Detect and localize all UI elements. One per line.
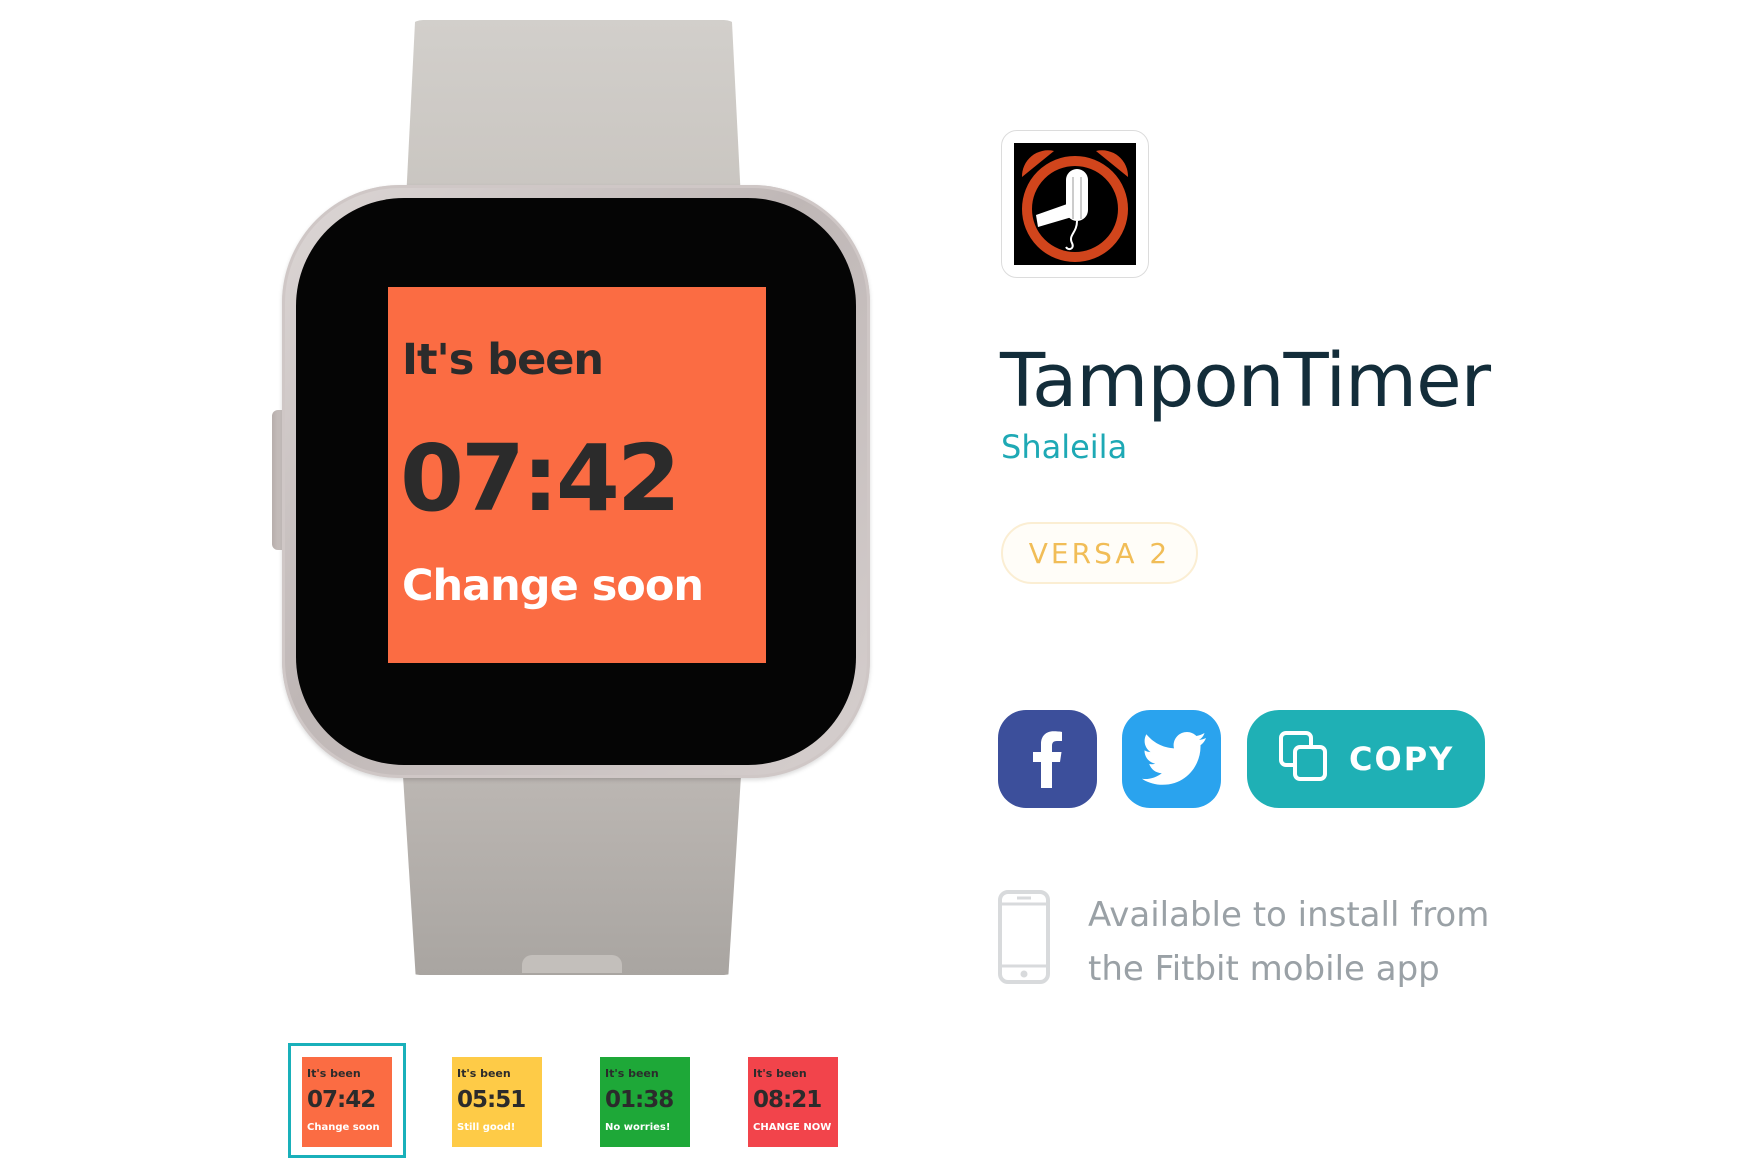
screen-label: It's been — [402, 335, 604, 385]
device-badge: VERSA 2 — [1001, 522, 1198, 584]
thumbnail-4[interactable]: It's been 08:21 CHANGE NOW — [748, 1057, 838, 1147]
thumbnail-2[interactable]: It's been 05:51 Still good! — [452, 1057, 542, 1147]
facebook-icon — [1033, 731, 1062, 788]
app-title: TamponTimer — [1000, 338, 1491, 424]
thumbnail-label: It's been — [457, 1067, 511, 1080]
watch-screen: It's been 07:42 Change soon — [388, 287, 766, 663]
smartphone-icon — [998, 890, 1050, 984]
thumbnail-label: It's been — [307, 1067, 361, 1080]
copy-icon — [1279, 731, 1327, 781]
thumbnail-time: 07:42 — [307, 1087, 376, 1113]
thumbnail-message: CHANGE NOW — [753, 1122, 832, 1133]
screen-message: Change soon — [402, 561, 704, 611]
watch-band-bottom — [402, 760, 742, 975]
thumbnail-label: It's been — [605, 1067, 659, 1080]
twitter-share-button[interactable] — [1122, 710, 1221, 808]
screen-time: 07:42 — [400, 425, 681, 532]
thumbnail-label: It's been — [753, 1067, 807, 1080]
watch-band-clasp — [522, 955, 622, 973]
facebook-share-button[interactable] — [998, 710, 1097, 808]
thumbnail-time: 05:51 — [457, 1087, 526, 1113]
thumbnail-message: Still good! — [457, 1122, 516, 1133]
thumbnail-time: 01:38 — [605, 1087, 674, 1113]
install-availability-text: Available to install from the Fitbit mob… — [1088, 888, 1548, 996]
alarm-clock-tampon-icon — [1014, 143, 1136, 265]
app-icon-container — [1001, 130, 1149, 278]
thumbnail-message: No worries! — [605, 1122, 671, 1133]
copy-label: COPY — [1349, 740, 1455, 778]
thumbnail-1[interactable]: It's been 07:42 Change soon — [302, 1057, 392, 1147]
copy-link-button[interactable]: COPY — [1247, 710, 1485, 808]
install-line-1: Available to install from — [1088, 895, 1490, 935]
install-line-2: the Fitbit mobile app — [1088, 949, 1440, 989]
thumbnail-time: 08:21 — [753, 1087, 822, 1113]
thumbnail-3[interactable]: It's been 01:38 No worries! — [600, 1057, 690, 1147]
thumbnail-message: Change soon — [307, 1122, 380, 1133]
watch-preview: It's been 07:42 Change soon — [0, 0, 900, 1000]
author-link[interactable]: Shaleila — [1001, 428, 1127, 466]
twitter-icon — [1141, 732, 1206, 785]
